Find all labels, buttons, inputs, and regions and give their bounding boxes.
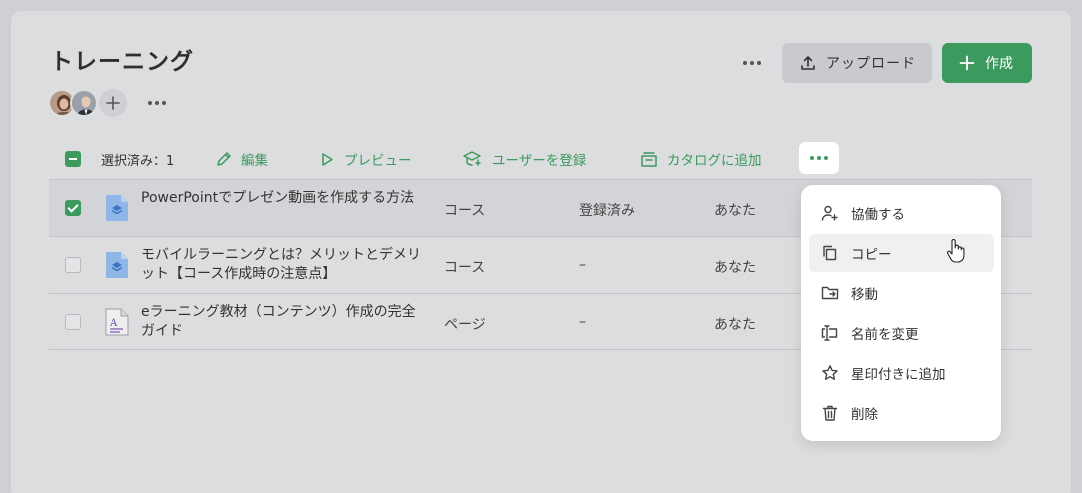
- course-icon: [104, 193, 130, 227]
- pencil-icon: [217, 151, 231, 166]
- header-more-icon[interactable]: [740, 57, 764, 69]
- row-checkbox[interactable]: [65, 257, 81, 273]
- plus-icon: [106, 96, 120, 110]
- preview-label: プレビュー: [344, 153, 412, 169]
- add-collaborator-button[interactable]: [99, 89, 127, 117]
- upload-button[interactable]: アップロード: [782, 43, 932, 83]
- row-checkbox[interactable]: [65, 200, 81, 216]
- edit-button[interactable]: 編集: [215, 149, 268, 169]
- menu-item-trash[interactable]: 削除: [809, 394, 994, 432]
- row-owner: あなた: [714, 260, 756, 276]
- copy-icon: [823, 245, 837, 261]
- menu-item-label: 協働する: [851, 207, 905, 223]
- row-owner: あなた: [714, 317, 756, 333]
- row-status: –: [579, 314, 586, 330]
- menu-item-star[interactable]: 星印付きに追加: [809, 354, 994, 392]
- upload-icon: [801, 56, 815, 70]
- more-collaborators-icon[interactable]: [146, 98, 168, 108]
- menu-item-rename[interactable]: 名前を変更: [809, 314, 994, 352]
- enroll-label: ユーザーを登録: [492, 153, 587, 169]
- menu-item-label: 星印付きに追加: [851, 367, 946, 383]
- menu-item-label: コピー: [851, 247, 892, 263]
- catalog-icon: [641, 152, 657, 167]
- menu-item-label: 移動: [851, 287, 878, 303]
- row-type: ページ: [444, 317, 486, 333]
- selection-toolbar: 選択済み：1 編集 プレビュー ユーザーを登録 カタログに追加: [64, 142, 1044, 176]
- collaborator-avatars[interactable]: [48, 89, 127, 117]
- catalog-label: カタログに追加: [667, 153, 762, 169]
- menu-item-copy[interactable]: コピー: [809, 234, 994, 272]
- selected-count: 選択済み：1: [101, 154, 175, 169]
- menu-item-label: 削除: [851, 407, 878, 423]
- row-type: コース: [444, 203, 486, 219]
- create-label: 作成: [985, 56, 1013, 72]
- page-title: トレーニング: [50, 49, 194, 75]
- move-folder-icon: [821, 286, 839, 300]
- upload-label: アップロード: [826, 56, 916, 72]
- row-type: コース: [444, 260, 486, 276]
- row-name[interactable]: モバイルラーニングとは？メリットとデメリット【コース作成時の注意点】: [141, 246, 426, 284]
- more-icon: [810, 156, 828, 160]
- menu-item-move-folder[interactable]: 移動: [809, 274, 994, 312]
- row-name[interactable]: eラーニング教材（コンテンツ）作成の完全ガイド: [141, 303, 426, 341]
- star-icon: [822, 365, 838, 380]
- course-icon: [104, 250, 130, 284]
- enroll-users-button[interactable]: ユーザーを登録: [463, 149, 586, 169]
- add-to-catalog-button[interactable]: カタログに追加: [640, 149, 762, 169]
- context-menu: 協働するコピー移動名前を変更星印付きに追加 削除: [801, 185, 1001, 441]
- collaborate-icon: [821, 205, 838, 221]
- page-icon: A: [104, 307, 130, 341]
- menu-item-label: 名前を変更: [851, 327, 919, 343]
- more-actions-button[interactable]: [799, 142, 839, 174]
- create-button[interactable]: 作成: [942, 43, 1032, 83]
- graduation-cap-icon: [463, 151, 481, 166]
- rename-icon: [821, 325, 838, 341]
- row-status: –: [579, 257, 586, 273]
- trash-icon: [822, 405, 838, 421]
- play-icon: [322, 152, 333, 166]
- svg-text:A: A: [109, 318, 118, 329]
- preview-button[interactable]: プレビュー: [320, 149, 412, 169]
- row-owner: あなた: [714, 203, 756, 219]
- row-checkbox[interactable]: [65, 314, 81, 330]
- edit-label: 編集: [241, 153, 268, 169]
- plus-icon: [959, 55, 975, 71]
- row-name[interactable]: PowerPointでプレゼン動画を作成する方法: [141, 189, 426, 208]
- deselect-all-checkbox[interactable]: [65, 151, 81, 167]
- hand-pointer-icon: [946, 238, 965, 263]
- menu-item-collaborate[interactable]: 協働する: [809, 194, 994, 232]
- row-status: 登録済み: [579, 203, 635, 219]
- avatar[interactable]: [70, 89, 98, 117]
